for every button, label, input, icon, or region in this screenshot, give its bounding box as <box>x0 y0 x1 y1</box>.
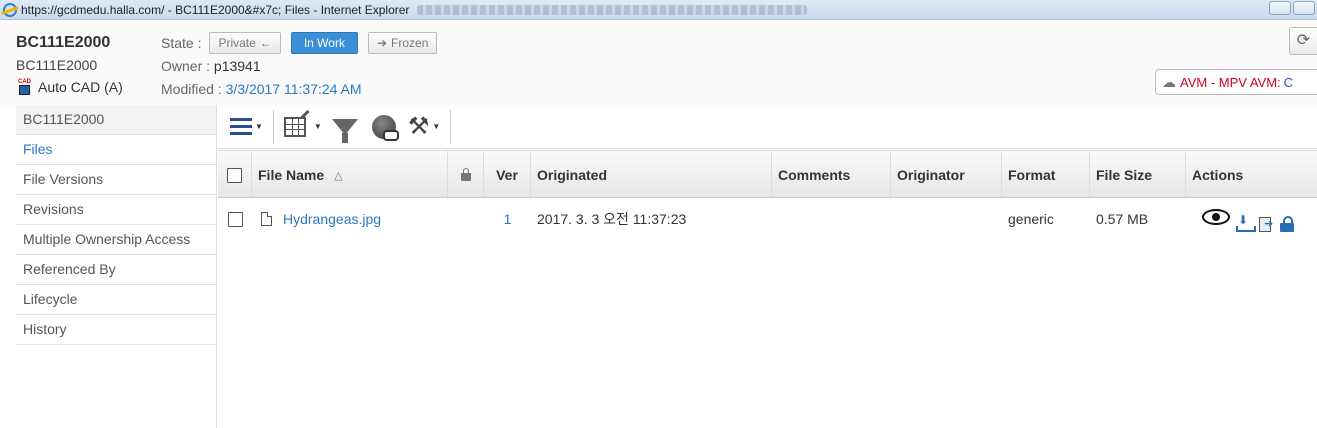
owner-label: Owner : <box>161 58 214 74</box>
column-header-lock[interactable] <box>448 151 484 199</box>
column-header-format[interactable]: Format <box>1002 151 1090 199</box>
filter-icon <box>331 118 358 143</box>
object-title: BC111E2000 <box>16 34 111 51</box>
internet-explorer-icon <box>3 2 17 17</box>
chevron-down-icon: ▼ <box>313 122 322 131</box>
sidebar-item-lifecycle[interactable]: Lifecycle <box>16 285 216 315</box>
avm-label: AVM - MPV AVM <box>1180 74 1278 90</box>
modified-row: Modified : 3/3/2017 11:37:24 AM <box>161 81 362 97</box>
owner-value: p13941 <box>213 58 261 74</box>
lifecycle-state-row: State : Private ← In Work ➔ Frozen <box>161 32 447 54</box>
sidebar-item-multiple-ownership-access[interactable]: Multiple Ownership Access <box>16 225 216 255</box>
sidebar-item-file-versions[interactable]: File Versions <box>16 165 216 195</box>
edit-table-button[interactable]: ▼ <box>280 110 326 144</box>
file-name-cell: Hydrangeas.jpg <box>252 211 448 227</box>
chevron-down-icon: ▼ <box>255 122 263 131</box>
state-frozen-button[interactable]: ➔ Frozen <box>367 32 438 54</box>
table-edit-icon <box>283 116 306 137</box>
file-size-cell: 0.57 MB <box>1096 211 1149 227</box>
lock-icon <box>460 168 471 181</box>
file-name-link[interactable]: Hydrangeas.jpg <box>283 211 381 227</box>
files-toolbar: ▼ ▼ ⚒ ▼ <box>218 105 1317 149</box>
sidebar-nav: BC111E2000 Files File Versions Revisions… <box>16 105 217 428</box>
state-in-work-button[interactable]: In Work <box>290 32 358 54</box>
cloud-icon: ☁ <box>1162 73 1176 90</box>
format-cell: generic <box>1008 211 1054 227</box>
filter-button[interactable] <box>326 110 364 144</box>
actions-cell <box>1186 206 1317 232</box>
toolbar-divider <box>272 109 274 144</box>
window-controls <box>1269 1 1315 15</box>
toolbar-divider <box>450 109 452 144</box>
window-title: https://gcdmedu.halla.com/ - BC111E2000&… <box>21 2 410 17</box>
refresh-icon: ⟳ <box>1296 32 1311 49</box>
tools-menu-button[interactable]: ⚒ ▼ <box>404 110 444 144</box>
version-cell: 1 <box>484 211 531 227</box>
object-type-label: Auto CAD (A) <box>38 79 123 95</box>
select-all-cell <box>218 151 252 199</box>
column-header-file-name[interactable]: File Name △ <box>252 151 448 199</box>
select-all-checkbox[interactable] <box>227 167 242 183</box>
actions-menu-button[interactable]: ▼ <box>218 110 267 144</box>
globe-link-icon <box>371 114 399 141</box>
file-icon <box>261 212 272 226</box>
column-header-ver[interactable]: Ver <box>484 151 531 199</box>
arrow-right-icon: ➔ <box>376 36 388 50</box>
blurred-title-text <box>417 4 808 15</box>
view-eye-icon[interactable] <box>1202 209 1230 225</box>
avm-separator: : <box>1277 74 1281 90</box>
autocad-icon: CAD <box>18 79 32 95</box>
avm-tail: C <box>1283 74 1294 90</box>
object-header: BC111E2000 BC111E2000 CAD Auto CAD (A) S… <box>0 21 1317 105</box>
chevron-down-icon: ▼ <box>432 122 441 131</box>
lock-file-icon[interactable] <box>1280 216 1294 232</box>
web-link-button[interactable] <box>364 110 404 144</box>
row-select-cell <box>218 211 252 227</box>
sidebar-item-history[interactable]: History <box>16 315 216 345</box>
hamburger-menu-icon <box>230 118 252 135</box>
table-row: Hydrangeas.jpg 1 2017. 3. 3 오전 11:37:23 … <box>218 198 1317 240</box>
sidebar-item-files[interactable]: Files <box>16 135 216 165</box>
sort-ascending-icon: △ <box>334 169 343 182</box>
modified-value-link[interactable]: 3/3/2017 11:37:24 AM <box>226 81 362 97</box>
refresh-button[interactable]: ⟳ <box>1289 27 1317 55</box>
object-type: CAD Auto CAD (A) <box>18 79 123 95</box>
column-header-originator[interactable]: Originator <box>891 151 1002 199</box>
row-checkbox[interactable] <box>227 211 243 227</box>
sidebar-item-revisions[interactable]: Revisions <box>16 195 216 225</box>
restore-button[interactable] <box>1293 1 1315 15</box>
arrow-left-icon: ← <box>259 36 272 50</box>
column-header-actions: Actions <box>1192 167 1244 183</box>
column-header-comments[interactable]: Comments <box>772 151 891 199</box>
window-title-bar: https://gcdmedu.halla.com/ - BC111E2000&… <box>0 0 1317 20</box>
minimize-button[interactable] <box>1269 1 1291 15</box>
tools-icon: ⚒ <box>407 112 430 140</box>
table-header-row: File Name △ Ver Originated Comments Orig… <box>218 150 1317 199</box>
state-label: State : <box>161 35 202 51</box>
version-link[interactable]: 1 <box>504 211 512 227</box>
column-header-file-size[interactable]: File Size <box>1090 151 1186 199</box>
files-table: File Name △ Ver Originated Comments Orig… <box>218 150 1317 240</box>
column-header-originated[interactable]: Originated <box>531 151 772 199</box>
owner-row: Owner : p13941 <box>161 58 261 74</box>
download-icon[interactable] <box>1236 213 1256 232</box>
sidebar-item-referenced-by[interactable]: Referenced By <box>16 255 216 285</box>
sidebar-item-properties[interactable]: BC111E2000 <box>16 105 216 135</box>
originated-cell: 2017. 3. 3 오전 11:37:23 <box>537 211 687 227</box>
state-private-button[interactable]: Private ← <box>209 32 281 54</box>
modified-label: Modified : <box>161 81 226 97</box>
avm-button[interactable]: ☁ AVM - MPV AVM : C <box>1155 69 1317 95</box>
checkout-icon[interactable] <box>1258 216 1274 232</box>
object-subtitle: BC111E2000 <box>16 57 98 73</box>
